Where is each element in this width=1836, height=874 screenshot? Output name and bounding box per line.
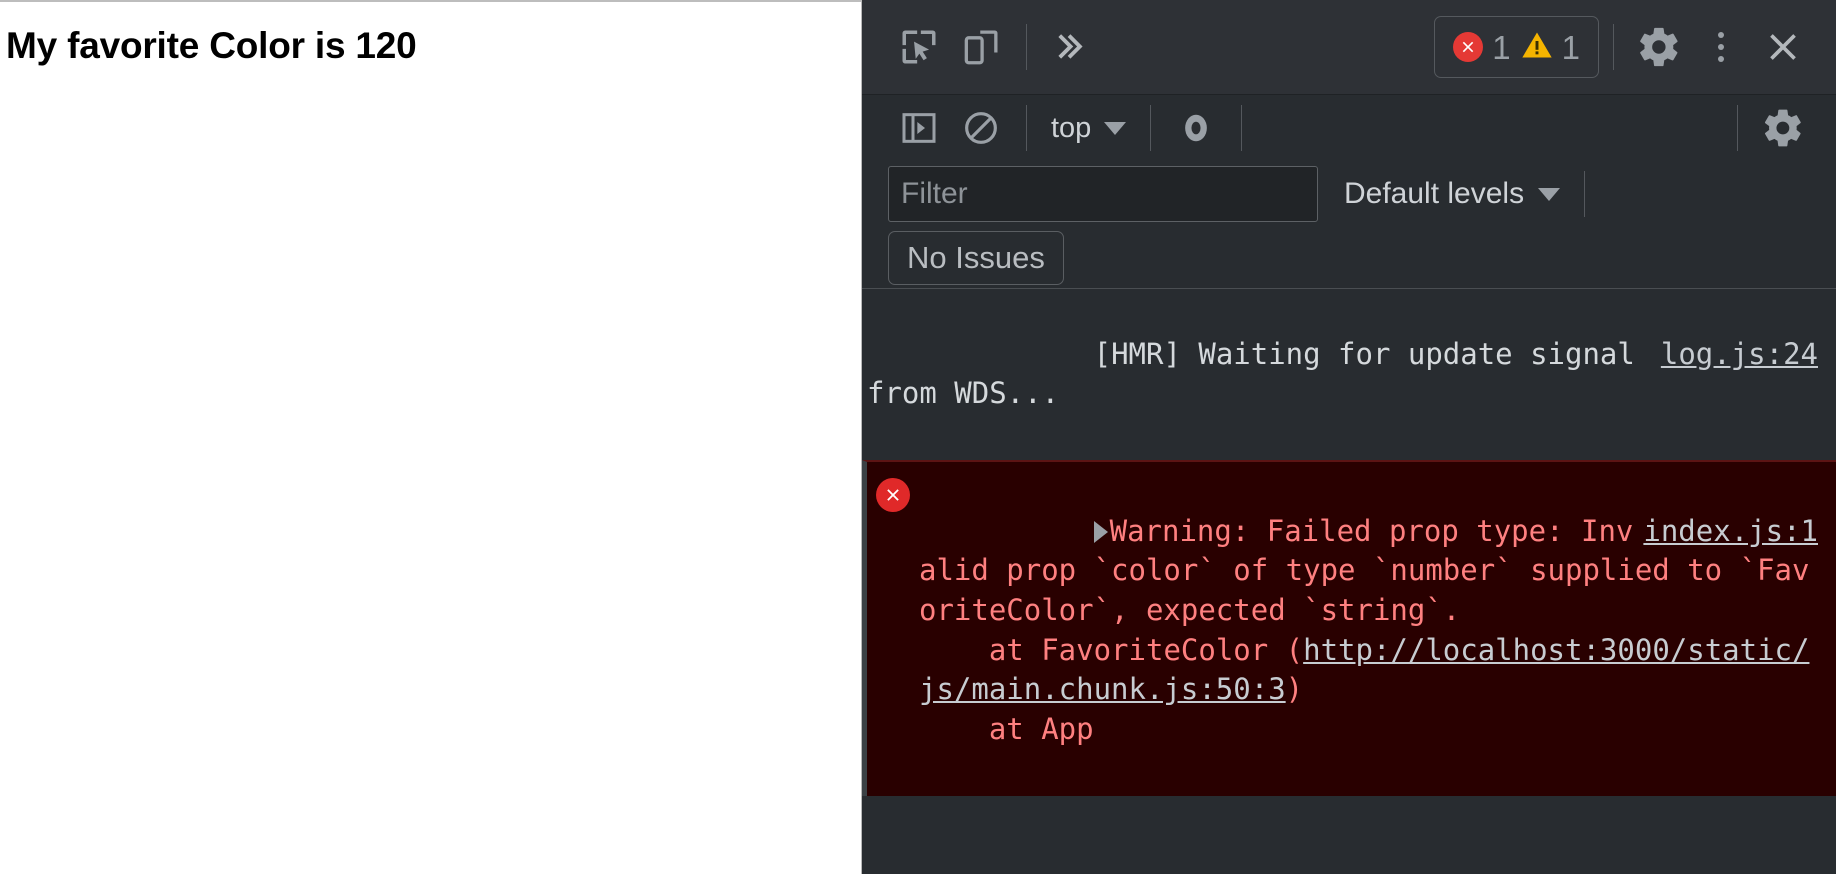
kebab-dot-1: [1718, 32, 1724, 38]
warning-triangle-glyph: [1521, 31, 1552, 58]
no-entry-glyph: [965, 112, 997, 144]
device-toolbar-icon[interactable]: [950, 16, 1012, 78]
web-page-viewport: My favorite Color is 120: [0, 0, 862, 874]
eye-glyph: [1185, 114, 1208, 142]
devtools-panel: 1 1 top Filter Default levels No Issues …: [862, 0, 1836, 874]
warning-counter[interactable]: 1: [1521, 30, 1580, 65]
chevron-down-icon: [1104, 121, 1127, 135]
close-glyph: [1770, 34, 1796, 60]
error-source-link[interactable]: index.js:1: [1643, 512, 1818, 552]
sidebar-panel-glyph: [902, 113, 936, 143]
warning-icon: [1521, 30, 1553, 65]
console-message-list[interactable]: log.js:24 [HMR] Waiting for update signal…: [862, 289, 1836, 874]
toolbar-divider-1: [1026, 24, 1027, 70]
log-levels-label: Default levels: [1344, 177, 1525, 210]
filter-divider: [1584, 171, 1586, 217]
log-source-link[interactable]: log.js:24: [1661, 335, 1818, 375]
gear-glyph: [1640, 27, 1678, 67]
error-stack-suffix: ): [1285, 672, 1304, 707]
console-sidebar-icon[interactable]: [888, 97, 950, 159]
browser-window: My favorite Color is 120 1 1 top Filter …: [0, 0, 1836, 874]
execution-context-selector[interactable]: top: [1041, 102, 1136, 154]
page-heading: My favorite Color is 120: [6, 25, 417, 66]
console-message-log[interactable]: log.js:24 [HMR] Waiting for update signal…: [862, 289, 1836, 460]
live-expression-icon[interactable]: [1165, 97, 1227, 159]
log-levels-selector[interactable]: Default levels: [1344, 168, 1561, 220]
error-icon: [1453, 32, 1484, 62]
issues-bar: No Issues: [862, 227, 1836, 289]
close-x-glyph-2: [887, 489, 899, 501]
issues-counter[interactable]: 1 1: [1434, 16, 1599, 78]
console-divider-4: [1737, 105, 1738, 151]
devtools-main-toolbar: 1 1: [862, 0, 1836, 95]
close-devtools-icon[interactable]: [1752, 16, 1814, 78]
console-divider-3: [1241, 105, 1243, 151]
toolbar-divider-2: [1613, 24, 1614, 70]
error-count: 1: [1492, 28, 1511, 66]
kebab-dot-3: [1718, 56, 1724, 62]
console-filter-bar: Default levels: [862, 161, 1836, 227]
console-divider-2: [1150, 105, 1152, 151]
log-message-body: log.js:24 [HMR] Waiting for update signal…: [867, 295, 1836, 454]
console-toolbar: top: [862, 95, 1836, 161]
console-message-error[interactable]: index.js:1 Warning: Failed prop type: Inv…: [862, 459, 1836, 796]
error-message-body: index.js:1 Warning: Failed prop type: Inv…: [919, 472, 1836, 790]
clear-console-icon[interactable]: [950, 97, 1012, 159]
gear-glyph-2: [1764, 109, 1801, 147]
console-settings-gear-icon[interactable]: [1752, 97, 1814, 159]
kebab-dot-2: [1718, 44, 1724, 50]
no-issues-button[interactable]: No Issues: [888, 230, 1064, 285]
more-tabs-icon[interactable]: [1041, 16, 1103, 78]
inspect-element-glyph: [902, 30, 936, 64]
expand-triangle-icon[interactable]: [1093, 520, 1108, 543]
log-message-text: [HMR] Waiting for update signal from WDS…: [867, 336, 1653, 411]
inspect-element-icon[interactable]: [888, 16, 950, 78]
chevron-double-right-glyph: [1058, 34, 1083, 59]
execution-context-label: top: [1051, 111, 1092, 144]
console-divider-1: [1026, 105, 1027, 151]
chevron-down-icon-levels: [1538, 187, 1561, 201]
error-message-gutter: [867, 472, 919, 512]
settings-gear-icon[interactable]: [1628, 16, 1690, 78]
close-x-glyph: [1463, 41, 1474, 53]
error-icon-badge: [876, 477, 910, 512]
device-toolbar-glyph: [964, 30, 998, 65]
error-stack-prefix: at FavoriteColor (: [988, 632, 1304, 667]
warning-count: 1: [1561, 28, 1580, 66]
filter-input[interactable]: [888, 166, 1318, 222]
error-counter[interactable]: 1: [1453, 28, 1511, 66]
more-options-icon[interactable]: [1690, 16, 1752, 78]
error-stack-tail: at App: [988, 712, 1094, 747]
